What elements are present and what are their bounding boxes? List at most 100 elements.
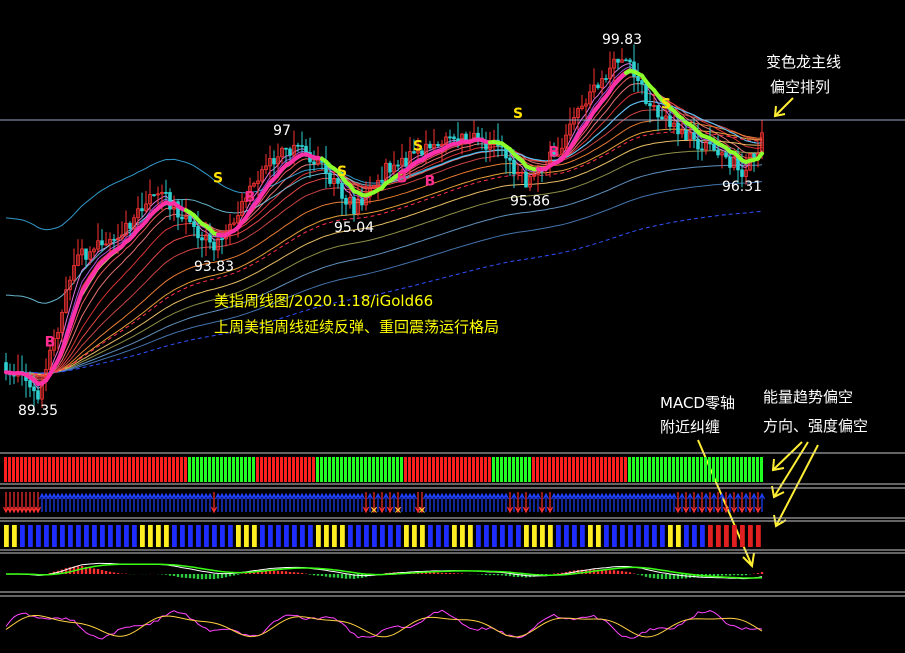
candle [236, 201, 240, 238]
block-bar [24, 457, 27, 482]
up-arrow [46, 492, 54, 512]
up-arrow [402, 492, 410, 512]
oscillator-fast-line [5, 609, 763, 640]
block-bar [300, 457, 303, 482]
strength-bar [268, 525, 273, 547]
candle [140, 192, 144, 218]
block-bar [560, 457, 563, 482]
block-bar [432, 457, 435, 482]
candle [60, 309, 64, 343]
strength-bar [404, 525, 409, 547]
strength-bar [116, 525, 121, 547]
block-bar [80, 457, 83, 482]
up-arrow [334, 492, 342, 512]
block-bar [160, 457, 163, 482]
block-bar [488, 457, 491, 482]
price-label: 99.83 [602, 32, 642, 48]
up-arrow [286, 492, 294, 512]
up-arrow [194, 492, 202, 512]
block-bar [288, 457, 291, 482]
block-bar [296, 457, 299, 482]
block-bar [500, 457, 503, 482]
strength-bar [220, 525, 225, 547]
block-bar [516, 457, 519, 482]
block-bar [336, 457, 339, 482]
block-bar [196, 457, 199, 482]
down-arrow [514, 492, 522, 514]
block-bar [260, 457, 263, 482]
block-bar [592, 457, 595, 482]
strength-bar [148, 525, 153, 547]
block-bar [388, 457, 391, 482]
block-bar [140, 457, 143, 482]
up-arrow [382, 492, 390, 512]
block-bar [688, 457, 691, 482]
ma-line-180 [5, 181, 763, 374]
up-arrow [454, 492, 462, 512]
up-arrow [74, 492, 82, 512]
up-arrow [622, 492, 630, 512]
strength-bar [284, 525, 289, 547]
chart-title: 美指周线图/2020.1.18/iGold66 [214, 292, 433, 310]
up-arrow [282, 492, 290, 512]
up-arrow [618, 492, 626, 512]
candle [428, 140, 432, 150]
block-bar [348, 457, 351, 482]
block-bar [460, 457, 463, 482]
candle-body [648, 103, 652, 107]
block-bar [372, 457, 375, 482]
block-bar [156, 457, 159, 482]
block-bar [284, 457, 287, 482]
strength-bar [652, 525, 657, 547]
up-arrow [162, 492, 170, 512]
candle-body [272, 158, 276, 165]
candle-body [388, 162, 392, 173]
up-arrow [258, 492, 266, 512]
up-arrow [530, 492, 538, 512]
up-arrow [694, 492, 702, 512]
up-arrow [250, 492, 258, 512]
strength-bar [468, 525, 473, 547]
up-arrow [486, 492, 494, 512]
block-bar [164, 457, 167, 482]
block-bar [32, 457, 35, 482]
up-arrow [122, 492, 130, 512]
block-bar [324, 457, 327, 482]
block-bar [532, 457, 535, 482]
up-arrow [354, 492, 362, 512]
block-bar [352, 457, 355, 482]
block-bar [616, 457, 619, 482]
strength-bar [716, 525, 721, 547]
up-arrow [650, 492, 658, 512]
block-bar [36, 457, 39, 482]
candle [620, 48, 624, 63]
strength-bar [700, 525, 705, 547]
candle-body [396, 164, 400, 167]
block-bar [596, 457, 599, 482]
annotation-macd-line1: MACD零轴 [660, 394, 735, 412]
candle [568, 107, 572, 140]
candle [636, 63, 640, 93]
up-arrow [62, 492, 70, 512]
annotation-energy: 能量趋势偏空 方向、强度偏空 [763, 388, 868, 528]
up-arrow [710, 492, 718, 512]
block-bar [96, 457, 99, 482]
down-arrow [682, 492, 690, 514]
up-arrow [174, 492, 182, 512]
candle [656, 105, 660, 132]
up-arrow [474, 492, 482, 512]
candle [752, 152, 756, 172]
up-arrow [306, 492, 314, 512]
up-arrow [594, 492, 602, 512]
up-arrow [350, 492, 358, 512]
signal-buy: B [45, 334, 56, 350]
up-arrow [346, 492, 354, 512]
candle-body [208, 234, 212, 243]
up-arrow [234, 492, 242, 512]
block-bar [728, 457, 731, 482]
strength-bar [164, 525, 169, 547]
up-arrow [718, 492, 726, 512]
strength-bar [620, 525, 625, 547]
up-arrow [342, 492, 350, 512]
up-arrow [734, 492, 742, 512]
